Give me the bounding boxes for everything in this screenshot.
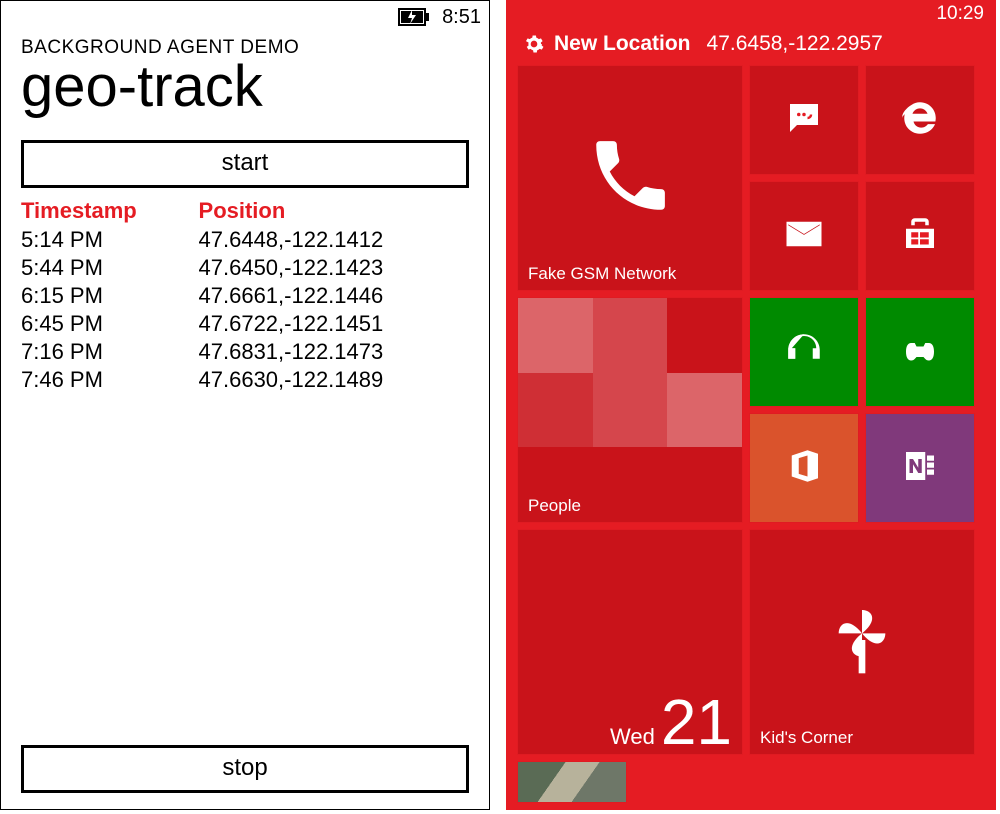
status-bar: 10:29 xyxy=(506,0,996,26)
tile-onenote[interactable] xyxy=(866,414,974,522)
ie-icon xyxy=(899,97,941,144)
toast-notification[interactable]: New Location 47.6458,-122.2957 xyxy=(506,26,996,66)
headphones-icon xyxy=(783,329,825,376)
table-row: 5:14 PM47.6448,-122.1412 xyxy=(21,226,469,254)
tile-store[interactable] xyxy=(866,182,974,290)
tile-mail[interactable] xyxy=(750,182,858,290)
table-row: 7:46 PM47.6630,-122.1489 xyxy=(21,366,469,394)
tile-people[interactable]: People xyxy=(518,298,742,522)
pinwheel-icon xyxy=(822,600,902,685)
cell-position: 47.6630,-122.1489 xyxy=(199,366,469,394)
cell-position: 47.6831,-122.1473 xyxy=(199,338,469,366)
col-timestamp: Timestamp xyxy=(21,198,199,226)
messaging-icon xyxy=(783,97,825,144)
onenote-icon xyxy=(899,445,941,492)
tile-photos[interactable] xyxy=(518,762,626,802)
tile-label: Fake GSM Network xyxy=(528,264,676,284)
xbox-icon xyxy=(899,329,941,376)
table-row: 6:15 PM47.6661,-122.1446 xyxy=(21,282,469,310)
table-row: 6:45 PM47.6722,-122.1451 xyxy=(21,310,469,338)
app-header: BACKGROUND AGENT DEMO geo-track xyxy=(1,31,489,130)
table-row: 5:44 PM47.6450,-122.1423 xyxy=(21,254,469,282)
cell-timestamp: 6:15 PM xyxy=(21,282,199,310)
cell-timestamp: 5:44 PM xyxy=(21,254,199,282)
tile-phone[interactable]: Fake GSM Network xyxy=(518,66,742,290)
calendar-date: Wed 21 xyxy=(610,690,732,754)
location-table: Timestamp Position 5:14 PM47.6448,-122.1… xyxy=(21,198,469,394)
calendar-day: 21 xyxy=(661,690,732,754)
app-title: geo-track xyxy=(21,53,469,120)
store-icon xyxy=(899,213,941,260)
tile-calendar[interactable]: Wed 21 xyxy=(518,530,742,754)
tile-kids-corner[interactable]: Kid's Corner xyxy=(750,530,974,754)
cell-timestamp: 7:16 PM xyxy=(21,338,199,366)
stop-button[interactable]: stop xyxy=(21,745,469,793)
cell-timestamp: 6:45 PM xyxy=(21,310,199,338)
tile-music[interactable] xyxy=(750,298,858,406)
cell-timestamp: 5:14 PM xyxy=(21,226,199,254)
phone-screen-start: 10:29 New Location 47.6458,-122.2957 Fak… xyxy=(506,0,996,810)
status-time: 10:29 xyxy=(936,3,984,25)
status-bar: 8:51 xyxy=(1,1,489,31)
toast-title: New Location xyxy=(554,32,691,56)
cell-position: 47.6450,-122.1423 xyxy=(199,254,469,282)
tile-office[interactable] xyxy=(750,414,858,522)
tile-label: Kid's Corner xyxy=(760,728,853,748)
status-time: 8:51 xyxy=(442,6,481,29)
start-tiles: Fake GSM Network xyxy=(506,66,996,810)
cell-position: 47.6448,-122.1412 xyxy=(199,226,469,254)
tile-internet-explorer[interactable] xyxy=(866,66,974,174)
phone-icon xyxy=(585,131,675,226)
gear-icon xyxy=(524,34,544,54)
toast-coords: 47.6458,-122.2957 xyxy=(707,32,883,56)
people-mosaic xyxy=(518,298,742,522)
battery-charging-icon xyxy=(398,8,430,26)
tile-label: People xyxy=(528,496,581,516)
mail-icon xyxy=(783,213,825,260)
table-row: 7:16 PM47.6831,-122.1473 xyxy=(21,338,469,366)
cell-timestamp: 7:46 PM xyxy=(21,366,199,394)
col-position: Position xyxy=(199,198,469,226)
phone-screen-app: 8:51 BACKGROUND AGENT DEMO geo-track sta… xyxy=(0,0,490,810)
tile-messaging[interactable] xyxy=(750,66,858,174)
cell-position: 47.6722,-122.1451 xyxy=(199,310,469,338)
tile-games[interactable] xyxy=(866,298,974,406)
office-icon xyxy=(783,445,825,492)
calendar-dow: Wed xyxy=(610,724,655,750)
start-button[interactable]: start xyxy=(21,140,469,188)
cell-position: 47.6661,-122.1446 xyxy=(199,282,469,310)
